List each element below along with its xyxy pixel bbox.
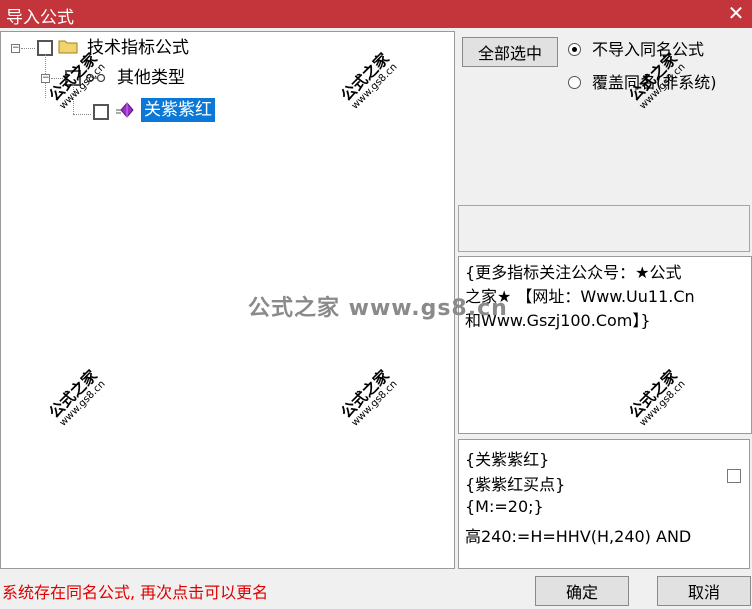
radio-overwrite-button[interactable] <box>568 76 581 89</box>
ok-button[interactable]: 确定 <box>535 576 629 606</box>
code-line: {M:=20;} <box>465 497 544 516</box>
formula-code-panel[interactable]: {关紫紫红} {紫紫红买点} {M:=20;} 高240:=H=HHV(H,24… <box>458 439 750 569</box>
close-icon[interactable]: ✕ <box>726 2 746 24</box>
cancel-button[interactable]: 取消 <box>657 576 751 606</box>
description-panel[interactable]: {更多指标关注公众号：★公式 之家★ 【网址：Www.Uu11.Cn 和Www.… <box>458 256 752 434</box>
preview-box <box>458 205 750 252</box>
code-checkbox[interactable] <box>727 469 741 483</box>
status-message: 系统存在同名公式, 再次点击可以更名 <box>2 583 269 602</box>
formula-gem-icon <box>116 102 134 118</box>
collapse-icon[interactable]: − <box>41 74 50 83</box>
title-bar: 导入公式 ✕ <box>0 0 752 28</box>
tree-category-label: 其他类型 <box>117 68 185 88</box>
formula-checkbox[interactable] <box>93 104 109 120</box>
description-line: {更多指标关注公众号：★公式 <box>465 263 682 282</box>
folder-icon <box>58 40 78 54</box>
collapse-icon[interactable]: − <box>11 44 20 53</box>
window-title: 导入公式 <box>6 8 74 28</box>
watermark-center: 公式之家 www.gs8.cn <box>248 296 508 321</box>
code-line: 高240:=H=HHV(H,240) AND <box>465 527 692 546</box>
code-line: {关紫紫红} <box>465 450 550 469</box>
code-line: {紫紫红买点} <box>465 475 566 494</box>
tree-root-label: 技术指标公式 <box>87 38 189 58</box>
radio-skip-label: 不导入同名公式 <box>592 40 705 59</box>
tree-formula-label[interactable]: 关紫紫红 <box>141 98 215 122</box>
radio-skip-button[interactable] <box>568 43 581 56</box>
select-all-button[interactable]: 全部选中 <box>462 37 558 67</box>
